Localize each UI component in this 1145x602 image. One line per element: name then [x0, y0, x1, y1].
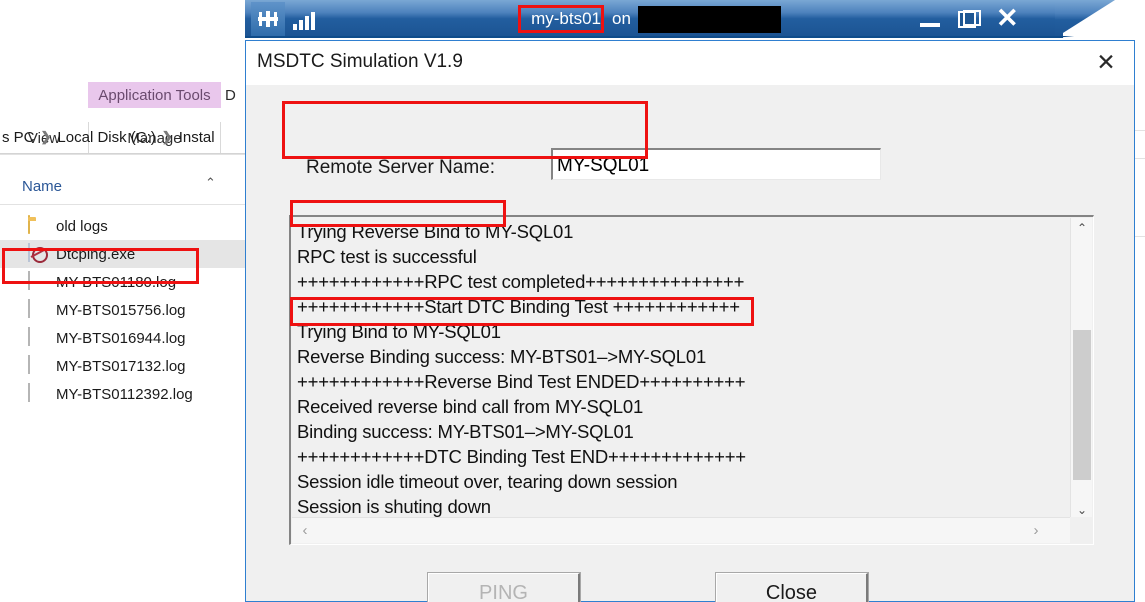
list-item-label: MY-BTS016944.log	[56, 329, 186, 347]
address-bar-divider	[0, 154, 250, 155]
folder-icon	[28, 214, 47, 237]
contextual-tab-application-tools[interactable]: Application Tools	[88, 82, 221, 108]
log-line: ++++++++++++Start DTC Binding Test +++++…	[297, 296, 740, 317]
log-vertical-scrollbar[interactable]: ⌃ ⌄	[1070, 218, 1092, 520]
list-item[interactable]: MY-BTS015756.log	[0, 296, 250, 324]
list-item-label: MY-BTS0112392.log	[56, 385, 193, 403]
log-line: Received reverse bind call from MY-SQL01	[297, 396, 644, 417]
window-controls: ✕	[920, 0, 1050, 38]
msdtc-dialog: MSDTC Simulation V1.9 ✕ Remote Server Na…	[245, 40, 1135, 602]
breadcrumb-item-this-pc[interactable]: s PC	[0, 129, 37, 146]
dialog-title: MSDTC Simulation V1.9	[257, 51, 463, 72]
list-item-label: old logs	[56, 217, 108, 235]
file-list: old logs Dtcping.exe MY-BTS01180.log MY-…	[0, 212, 250, 408]
dialog-close-icon[interactable]: ✕	[1078, 41, 1134, 84]
vertical-scroll-thumb[interactable]	[1073, 330, 1091, 480]
signal-strength-icon	[293, 10, 321, 30]
scrollbar-corner	[1070, 517, 1092, 543]
breadcrumb[interactable]: s PC ❯ Local Disk (C:) ❯ Instal	[0, 122, 250, 152]
dialog-body: Remote Server Name: Trying Reverse Bind …	[246, 85, 1134, 602]
list-item-label: MY-BTS015756.log	[56, 301, 186, 319]
document-icon	[28, 298, 47, 321]
log-line: Binding success: MY-BTS01–>MY-SQL01	[297, 421, 634, 442]
list-item-label: MY-BTS01180.log	[56, 273, 177, 291]
log-line: Trying Reverse Bind to MY-SQL01	[297, 221, 574, 242]
ping-button[interactable]: PING	[427, 572, 581, 602]
log-output-box: Trying Reverse Bind to MY-SQL01 RPC test…	[289, 215, 1094, 545]
list-item-label: Dtcping.exe	[56, 245, 136, 263]
log-line: RPC test is successful	[297, 246, 477, 267]
pin-icon[interactable]	[251, 2, 285, 36]
list-item[interactable]: MY-BTS016944.log	[0, 324, 250, 352]
document-icon	[28, 326, 47, 349]
log-line: Session is shuting down	[297, 496, 491, 517]
chevron-right-icon: ❯	[40, 129, 52, 144]
scroll-right-icon[interactable]: ›	[1025, 518, 1047, 543]
list-item[interactable]: old logs	[0, 212, 250, 240]
rdp-connection-bar: my-bts01 on ✕	[245, 0, 1145, 38]
log-line: Session idle timeout over, tearing down …	[297, 471, 678, 492]
breadcrumb-item-install[interactable]: Instal	[177, 129, 217, 146]
list-item[interactable]: MY-BTS01180.log	[0, 268, 250, 296]
close-button[interactable]: ✕	[996, 4, 1019, 32]
document-icon	[28, 382, 47, 405]
dialog-titlebar: MSDTC Simulation V1.9 ✕	[246, 41, 1134, 85]
scroll-up-icon[interactable]: ⌃	[1071, 218, 1093, 238]
file-list-column-header: Name ⌃	[0, 175, 250, 203]
log-line: ++++++++++++Reverse Bind Test ENDED+++++…	[297, 371, 746, 392]
list-item-label: MY-BTS017132.log	[56, 357, 186, 375]
list-item[interactable]: MY-BTS0112392.log	[0, 380, 250, 408]
contextual-tab-label: Application Tools	[98, 86, 211, 104]
log-line: Reverse Binding success: MY-BTS01–>MY-SQ…	[297, 346, 707, 367]
log-horizontal-scrollbar[interactable]: ‹ ›	[292, 517, 1071, 543]
contextual-tab-partial[interactable]: D	[225, 82, 247, 108]
contextual-tab-partial-label: D	[225, 86, 236, 104]
document-icon	[28, 354, 47, 377]
screen-root: Application Tools D View Manage s PC ❯ L…	[0, 0, 1145, 602]
log-line: ++++++++++++DTC Binding Test END++++++++…	[297, 446, 746, 467]
log-line: ++++++++++++RPC test completed++++++++++…	[297, 271, 745, 292]
column-header-divider	[0, 204, 250, 205]
close-dialog-button[interactable]: Close	[715, 572, 869, 602]
remote-server-row: Remote Server Name:	[286, 148, 886, 188]
scroll-left-icon[interactable]: ‹	[294, 518, 316, 543]
chevron-right-icon: ❯	[161, 129, 173, 144]
remote-server-label: Remote Server Name:	[306, 157, 496, 178]
remote-server-input[interactable]	[551, 148, 881, 180]
breadcrumb-item-local-disk[interactable]: Local Disk (C:)	[55, 129, 157, 146]
minimize-button[interactable]	[920, 11, 940, 27]
document-icon	[28, 270, 47, 293]
list-item[interactable]: MY-BTS017132.log	[0, 352, 250, 380]
exe-icon	[28, 242, 47, 265]
sort-ascending-icon[interactable]: ⌃	[205, 175, 216, 191]
log-line: Trying Bind to MY-SQL01	[297, 321, 501, 342]
rdp-bar-corner	[1055, 0, 1115, 38]
list-item-dtcping[interactable]: Dtcping.exe	[0, 240, 250, 268]
log-output-text[interactable]: Trying Reverse Bind to MY-SQL01 RPC test…	[293, 219, 1071, 519]
rdp-bar-corner-edge	[1055, 36, 1075, 38]
restore-button[interactable]	[958, 10, 981, 28]
column-header-name[interactable]: Name	[22, 178, 62, 195]
